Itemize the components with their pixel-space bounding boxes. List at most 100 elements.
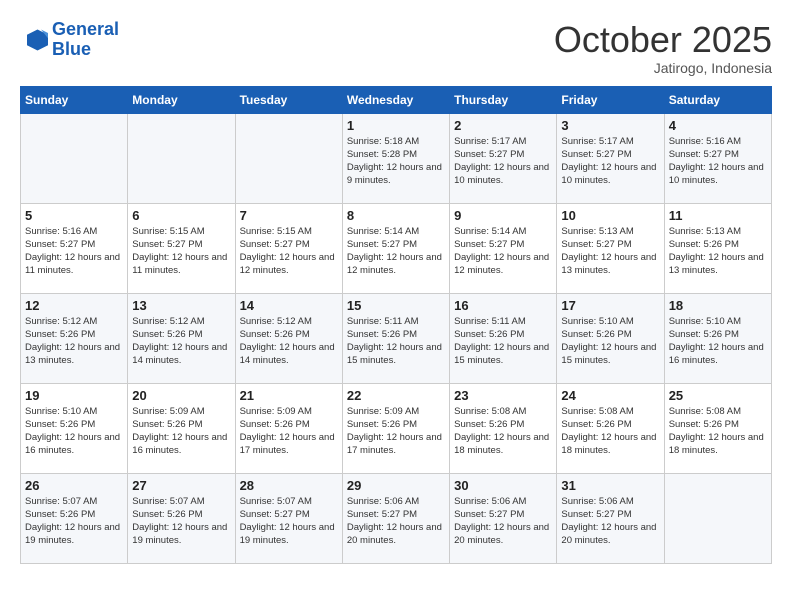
day-number: 25: [669, 388, 767, 403]
day-number: 4: [669, 118, 767, 133]
calendar-header: SundayMondayTuesdayWednesdayThursdayFrid…: [21, 86, 772, 113]
calendar-cell: 20 Sunrise: 5:09 AMSunset: 5:26 PMDayligh…: [128, 383, 235, 473]
day-info: Sunrise: 5:17 AMSunset: 5:27 PMDaylight:…: [454, 135, 552, 188]
day-info: Sunrise: 5:15 AMSunset: 5:27 PMDaylight:…: [132, 225, 230, 278]
weekday-header: Wednesday: [342, 86, 449, 113]
day-number: 28: [240, 478, 338, 493]
day-number: 3: [561, 118, 659, 133]
logo-text: General Blue: [52, 20, 119, 60]
day-info: Sunrise: 5:11 AMSunset: 5:26 PMDaylight:…: [347, 315, 445, 368]
calendar-cell: 6 Sunrise: 5:15 AMSunset: 5:27 PMDaylight…: [128, 203, 235, 293]
calendar-cell: [128, 113, 235, 203]
month-title: October 2025: [554, 20, 772, 60]
logo-line1: General: [52, 19, 119, 39]
day-number: 15: [347, 298, 445, 313]
day-number: 19: [25, 388, 123, 403]
calendar-cell: 13 Sunrise: 5:12 AMSunset: 5:26 PMDayligh…: [128, 293, 235, 383]
day-number: 31: [561, 478, 659, 493]
day-number: 10: [561, 208, 659, 223]
location-subtitle: Jatirogo, Indonesia: [554, 60, 772, 76]
weekday-header: Tuesday: [235, 86, 342, 113]
calendar-cell: 27Sunrise: 5:07 AMSunset: 5:26 PMDayligh…: [128, 473, 235, 563]
logo-icon: [20, 26, 48, 54]
weekday-header: Sunday: [21, 86, 128, 113]
day-info: Sunrise: 5:14 AMSunset: 5:27 PMDaylight:…: [347, 225, 445, 278]
day-number: 20: [132, 388, 230, 403]
day-info: Sunrise: 5:12 AMSunset: 5:26 PMDaylight:…: [132, 315, 230, 368]
day-number: 12: [25, 298, 123, 313]
day-number: 16: [454, 298, 552, 313]
calendar-cell: 24Sunrise: 5:08 AMSunset: 5:26 PMDayligh…: [557, 383, 664, 473]
calendar-cell: 9Sunrise: 5:14 AMSunset: 5:27 PMDaylight…: [450, 203, 557, 293]
calendar-cell: 18Sunrise: 5:10 AMSunset: 5:26 PMDayligh…: [664, 293, 771, 383]
calendar-cell: 29 Sunrise: 5:06 AMSunset: 5:27 PMDayligh…: [342, 473, 449, 563]
weekday-header: Friday: [557, 86, 664, 113]
calendar-table: SundayMondayTuesdayWednesdayThursdayFrid…: [20, 86, 772, 564]
day-info: Sunrise: 5:13 AMSunset: 5:26 PMDaylight:…: [669, 225, 767, 278]
logo: General Blue: [20, 20, 119, 60]
weekday-header: Saturday: [664, 86, 771, 113]
calendar-cell: 25 Sunrise: 5:08 AMSunset: 5:26 PMDayligh…: [664, 383, 771, 473]
calendar-cell: 26 Sunrise: 5:07 AMSunset: 5:26 PMDayligh…: [21, 473, 128, 563]
day-number: 2: [454, 118, 552, 133]
day-number: 7: [240, 208, 338, 223]
day-info: Sunrise: 5:06 AMSunset: 5:27 PMDaylight:…: [347, 495, 445, 548]
day-number: 23: [454, 388, 552, 403]
calendar-cell: [235, 113, 342, 203]
day-number: 1: [347, 118, 445, 133]
day-number: 22: [347, 388, 445, 403]
day-number: 30: [454, 478, 552, 493]
calendar-cell: [664, 473, 771, 563]
day-info: Sunrise: 5:07 AMSunset: 5:26 PMDaylight:…: [25, 495, 123, 548]
day-info: Sunrise: 5:08 AMSunset: 5:26 PMDaylight:…: [669, 405, 767, 458]
weekday-header: Monday: [128, 86, 235, 113]
day-number: 29: [347, 478, 445, 493]
calendar-cell: 7 Sunrise: 5:15 AMSunset: 5:27 PMDaylight…: [235, 203, 342, 293]
logo-line2: Blue: [52, 39, 91, 59]
calendar-cell: 30Sunrise: 5:06 AMSunset: 5:27 PMDayligh…: [450, 473, 557, 563]
day-info: Sunrise: 5:07 AMSunset: 5:27 PMDaylight:…: [240, 495, 338, 548]
day-number: 17: [561, 298, 659, 313]
calendar-cell: 5 Sunrise: 5:16 AMSunset: 5:27 PMDaylight…: [21, 203, 128, 293]
calendar-cell: 17Sunrise: 5:10 AMSunset: 5:26 PMDayligh…: [557, 293, 664, 383]
calendar-cell: 22 Sunrise: 5:09 AMSunset: 5:26 PMDayligh…: [342, 383, 449, 473]
day-info: Sunrise: 5:11 AMSunset: 5:26 PMDaylight:…: [454, 315, 552, 368]
calendar-cell: 31 Sunrise: 5:06 AMSunset: 5:27 PMDayligh…: [557, 473, 664, 563]
calendar-cell: 2 Sunrise: 5:17 AMSunset: 5:27 PMDaylight…: [450, 113, 557, 203]
day-info: Sunrise: 5:14 AMSunset: 5:27 PMDaylight:…: [454, 225, 552, 278]
day-number: 5: [25, 208, 123, 223]
calendar-cell: 10 Sunrise: 5:13 AMSunset: 5:27 PMDayligh…: [557, 203, 664, 293]
day-info: Sunrise: 5:15 AMSunset: 5:27 PMDaylight:…: [240, 225, 338, 278]
day-number: 24: [561, 388, 659, 403]
day-number: 13: [132, 298, 230, 313]
calendar-cell: 15 Sunrise: 5:11 AMSunset: 5:26 PMDayligh…: [342, 293, 449, 383]
calendar-cell: 12Sunrise: 5:12 AMSunset: 5:26 PMDayligh…: [21, 293, 128, 383]
day-info: Sunrise: 5:09 AMSunset: 5:26 PMDaylight:…: [347, 405, 445, 458]
calendar-cell: 28 Sunrise: 5:07 AMSunset: 5:27 PMDayligh…: [235, 473, 342, 563]
day-info: Sunrise: 5:16 AMSunset: 5:27 PMDaylight:…: [25, 225, 123, 278]
day-info: Sunrise: 5:06 AMSunset: 5:27 PMDaylight:…: [561, 495, 659, 548]
day-info: Sunrise: 5:08 AMSunset: 5:26 PMDaylight:…: [454, 405, 552, 458]
day-number: 26: [25, 478, 123, 493]
calendar-cell: 1 Sunrise: 5:18 AMSunset: 5:28 PMDaylight…: [342, 113, 449, 203]
day-info: Sunrise: 5:09 AMSunset: 5:26 PMDaylight:…: [240, 405, 338, 458]
day-info: Sunrise: 5:07 AMSunset: 5:26 PMDaylight:…: [132, 495, 230, 548]
day-info: Sunrise: 5:13 AMSunset: 5:27 PMDaylight:…: [561, 225, 659, 278]
calendar-cell: 19 Sunrise: 5:10 AMSunset: 5:26 PMDayligh…: [21, 383, 128, 473]
title-block: October 2025 Jatirogo, Indonesia: [554, 20, 772, 76]
page-header: General Blue October 2025 Jatirogo, Indo…: [20, 20, 772, 76]
day-info: Sunrise: 5:12 AMSunset: 5:26 PMDaylight:…: [240, 315, 338, 368]
calendar-cell: 14Sunrise: 5:12 AMSunset: 5:26 PMDayligh…: [235, 293, 342, 383]
day-info: Sunrise: 5:17 AMSunset: 5:27 PMDaylight:…: [561, 135, 659, 188]
day-info: Sunrise: 5:18 AMSunset: 5:28 PMDaylight:…: [347, 135, 445, 188]
day-info: Sunrise: 5:10 AMSunset: 5:26 PMDaylight:…: [669, 315, 767, 368]
day-number: 6: [132, 208, 230, 223]
calendar-cell: 3 Sunrise: 5:17 AMSunset: 5:27 PMDaylight…: [557, 113, 664, 203]
day-info: Sunrise: 5:09 AMSunset: 5:26 PMDaylight:…: [132, 405, 230, 458]
calendar-cell: 16 Sunrise: 5:11 AMSunset: 5:26 PMDayligh…: [450, 293, 557, 383]
calendar-cell: 23 Sunrise: 5:08 AMSunset: 5:26 PMDayligh…: [450, 383, 557, 473]
day-info: Sunrise: 5:10 AMSunset: 5:26 PMDaylight:…: [25, 405, 123, 458]
day-info: Sunrise: 5:16 AMSunset: 5:27 PMDaylight:…: [669, 135, 767, 188]
day-number: 8: [347, 208, 445, 223]
calendar-cell: 8 Sunrise: 5:14 AMSunset: 5:27 PMDaylight…: [342, 203, 449, 293]
